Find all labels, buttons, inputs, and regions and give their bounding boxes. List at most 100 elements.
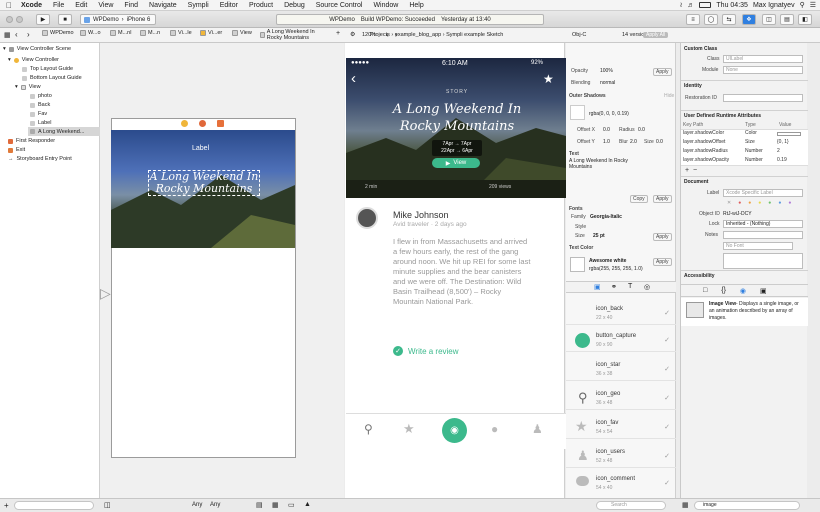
media-library-icon[interactable]: ▣	[760, 287, 767, 295]
add-icon[interactable]: +	[336, 30, 340, 37]
check-icon[interactable]: ✓	[664, 423, 670, 431]
attr-type[interactable]: Color	[745, 130, 757, 136]
doc-label-field[interactable]: Xcode Specific Label	[723, 189, 803, 197]
asset-icon-star[interactable]: icon_star 36 x 38 ✓	[566, 359, 676, 381]
close-icon[interactable]	[6, 16, 13, 23]
search-icon[interactable]: ⚲	[800, 1, 805, 9]
tab-star-icon[interactable]: ★	[403, 421, 415, 437]
hide-toggle[interactable]: Hide	[664, 93, 674, 99]
outline-photo[interactable]: photo	[30, 93, 52, 99]
sketch-search-field[interactable]: Search	[596, 501, 666, 510]
comment-icon[interactable]: ●	[491, 422, 498, 436]
disclosure-icon[interactable]: ▾	[15, 84, 18, 90]
notes-textarea[interactable]	[723, 253, 803, 269]
color-label-green-icon[interactable]: ●	[768, 200, 771, 206]
check-icon[interactable]: ✓	[664, 452, 670, 460]
menu-window[interactable]: Window	[373, 2, 398, 9]
size-class-width[interactable]: Any	[192, 502, 202, 508]
responder-dock-icon[interactable]	[199, 120, 206, 127]
sympli-button[interactable]: ❖	[742, 14, 756, 25]
disclosure-icon[interactable]: ▾	[8, 57, 11, 63]
attr-key[interactable]: layer.shadowColor	[683, 130, 724, 136]
back-arrow-icon[interactable]: ‹	[351, 70, 356, 87]
crumb-view[interactable]: View	[232, 30, 252, 36]
ib-label[interactable]: Label	[192, 145, 209, 152]
asset-icon-back[interactable]: icon_back 22 x 40 ✓	[566, 303, 676, 325]
color-label-orange-icon[interactable]: ●	[748, 200, 751, 206]
notes-toolbar[interactable]	[723, 231, 803, 239]
add-attribute-button[interactable]: +	[685, 167, 689, 174]
grid-view-icon[interactable]: ▦	[682, 501, 689, 509]
attr-key[interactable]: layer.shadowRadius	[683, 148, 728, 154]
check-icon[interactable]: ✓	[664, 394, 670, 402]
asset-icon-geo[interactable]: ⚲ icon_geo 36 x 48 ✓	[566, 388, 676, 410]
apply-color-button[interactable]: Apply	[653, 258, 672, 266]
library-item-image-view[interactable]: Image View - Displays a single image, or…	[681, 298, 808, 326]
wifi-icon[interactable]: ≀	[680, 1, 683, 9]
forward-icon[interactable]: ›	[27, 30, 30, 39]
capture-icon[interactable]: ◉	[442, 418, 467, 443]
back-icon[interactable]: ‹	[15, 30, 18, 39]
disclosure-icon[interactable]: ▾	[3, 46, 6, 52]
editor-assistant-button[interactable]: ◯	[704, 14, 718, 25]
shadow-swatch[interactable]	[570, 105, 585, 120]
editor-standard-button[interactable]: ≡	[686, 14, 700, 25]
outline-bottom-guide[interactable]: Bottom Layout Guide	[22, 75, 82, 81]
view-button[interactable]: ▶ View	[432, 158, 480, 168]
asset-tab-other-icon[interactable]: ◎	[644, 283, 650, 291]
geo-icon[interactable]: ⚲	[364, 422, 373, 436]
write-review-row[interactable]: ✓ Write a review	[393, 346, 459, 356]
menu-product[interactable]: Product	[249, 2, 273, 9]
stack-icon[interactable]: ▤	[256, 501, 263, 509]
menu-app[interactable]: Xcode	[21, 2, 42, 9]
editor-version-button[interactable]: ⇆	[722, 14, 736, 25]
remove-attribute-button[interactable]: −	[693, 167, 697, 174]
asset-icon-fav[interactable]: ★ icon_fav 54 x 54 ✓	[566, 417, 676, 439]
asset-button-capture[interactable]: button_capture 90 x 90 ✓	[566, 330, 676, 352]
resolve-icon[interactable]: ▲	[304, 501, 311, 508]
menu-find[interactable]: Find	[124, 2, 138, 9]
color-label-yellow-icon[interactable]: ●	[758, 200, 761, 206]
apply-opacity-button[interactable]: Apply	[653, 68, 672, 76]
outline-view-controller[interactable]: ▾ View Controller	[8, 57, 59, 63]
menu-help[interactable]: Help	[409, 2, 423, 9]
align-icon[interactable]: ▦	[272, 501, 279, 509]
outline-label-item[interactable]: Label	[30, 120, 51, 126]
menu-debug[interactable]: Debug	[284, 2, 305, 9]
module-field[interactable]: None	[723, 66, 803, 74]
check-icon[interactable]: ✓	[664, 365, 670, 373]
outline-fav[interactable]: Fav	[30, 111, 47, 117]
outline-toggle-icon[interactable]: ◫	[104, 501, 111, 509]
author-name[interactable]: Mike Johnson	[393, 210, 449, 220]
battery-icon[interactable]	[699, 2, 712, 8]
menu-sympli[interactable]: Sympli	[188, 2, 209, 9]
asset-tab-text-icon[interactable]: T	[628, 283, 632, 290]
minimize-icon[interactable]	[16, 16, 23, 23]
crumb-base[interactable]: M...n	[140, 30, 160, 36]
class-field[interactable]: UILabel	[723, 55, 803, 63]
attr-key[interactable]: layer.shadowOffset	[683, 139, 725, 145]
crumb-storyboard[interactable]: M...nl	[110, 30, 131, 36]
apply-font-button[interactable]: Apply	[653, 233, 672, 241]
apple-icon[interactable]: 	[6, 1, 12, 10]
check-icon[interactable]: ✓	[664, 479, 670, 487]
related-items-icon[interactable]: ▦	[4, 31, 11, 39]
project-path[interactable]: Projects › example_blog_app › Sympli exa…	[370, 32, 503, 38]
menu-edit[interactable]: Edit	[75, 2, 87, 9]
export-kind[interactable]: Obj-C	[572, 32, 586, 38]
toggle-utilities-button[interactable]: ◧	[798, 14, 812, 25]
menu-file[interactable]: File	[53, 2, 64, 9]
text-color-swatch[interactable]	[570, 257, 585, 272]
check-icon[interactable]: ✓	[664, 336, 670, 344]
vc-icon[interactable]	[181, 120, 188, 127]
run-button[interactable]: ▶	[36, 14, 50, 25]
menu-view[interactable]: View	[98, 2, 113, 9]
users-icon[interactable]: ♟	[532, 422, 543, 436]
copy-button[interactable]: Copy	[630, 195, 648, 203]
crumb-project[interactable]: WPDemo	[42, 30, 74, 36]
scheme-selector[interactable]: WPDemo › iPhone 6	[80, 14, 156, 25]
attr-key[interactable]: layer.shadowOpacity	[683, 157, 729, 163]
attr-type[interactable]: Size	[745, 139, 755, 145]
list-icon[interactable]: ☰	[810, 1, 816, 9]
stop-button[interactable]: ■	[58, 14, 72, 25]
